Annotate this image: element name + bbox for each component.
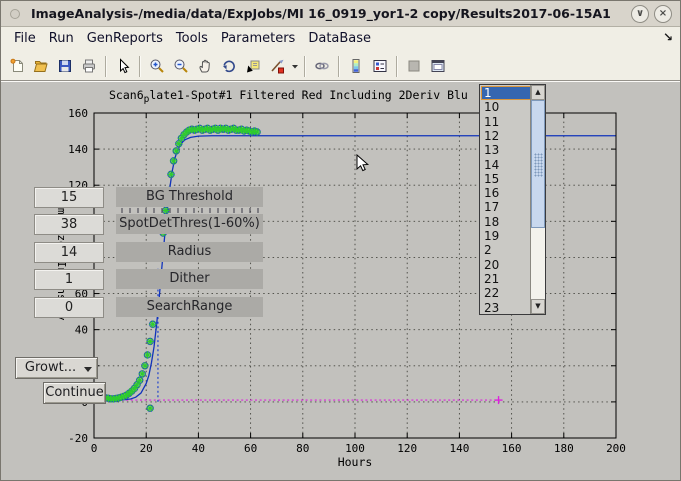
titlebar: ImageAnalysis-/media/data/ExpJobs/MI 16_… (1, 1, 680, 27)
svg-text:80: 80 (296, 442, 309, 455)
growth-menu-button[interactable]: Growt... (15, 357, 98, 379)
rotate-3d-icon[interactable] (217, 53, 241, 79)
figure-canvas: 020406080100120140160180200-200204060801… (1, 81, 681, 481)
zoom-in-icon[interactable] (145, 53, 169, 79)
close-window-button[interactable]: × (654, 5, 672, 23)
toolbar-separator (304, 56, 306, 77)
dropdown-item-18[interactable]: 18 (481, 215, 533, 229)
dropdown-item-10[interactable]: 10 (481, 100, 533, 114)
dropdown-item-16[interactable]: 16 (481, 186, 533, 200)
svg-text:0: 0 (91, 442, 98, 455)
dropdown-item-12[interactable]: 12 (481, 129, 533, 143)
data-cursor-icon[interactable] (241, 53, 265, 79)
zoom-out-icon[interactable] (169, 53, 193, 79)
menu-item-tools[interactable]: Tools (176, 31, 208, 46)
svg-text:120: 120 (397, 442, 417, 455)
edit-plot-icon[interactable] (111, 53, 135, 79)
dropdown-item-13[interactable]: 13 (481, 143, 533, 157)
dropdown-item-21[interactable]: 21 (481, 272, 533, 286)
growth-menu-label: Growt... (25, 360, 76, 375)
new-figure-icon[interactable] (5, 53, 29, 79)
spot-det-thres-label: SpotDetThres(1-60%) (116, 214, 263, 234)
spot-number-dropdown-list: 110111213141516171819220212223 ▲ ▼ (479, 84, 546, 315)
save-figure-icon[interactable] (53, 53, 77, 79)
search-range-label: SearchRange (116, 297, 263, 317)
svg-text:180: 180 (554, 442, 574, 455)
legend-icon[interactable] (368, 53, 392, 79)
scroll-down-icon[interactable]: ▼ (531, 299, 545, 314)
radius-label: Radius (116, 242, 263, 262)
dropdown-item-19[interactable]: 19 (481, 229, 533, 243)
occluded-text-fragment (121, 208, 259, 213)
brush-dropdown-icon[interactable] (289, 53, 300, 79)
svg-text:100: 100 (345, 442, 365, 455)
toolbar-separator (396, 56, 398, 77)
continue-button[interactable]: Continue (43, 382, 106, 404)
link-plot-icon[interactable] (310, 53, 334, 79)
dropdown-item-23[interactable]: 23 (481, 301, 533, 315)
dropdown-item-14[interactable]: 14 (481, 158, 533, 172)
dropdown-item-22[interactable]: 22 (481, 286, 533, 300)
svg-text:20: 20 (140, 442, 153, 455)
bg-threshold-label: BG Threshold (116, 187, 263, 207)
shade-window-button[interactable]: ∨ (631, 5, 649, 23)
toolbar-separator (105, 56, 107, 77)
dither-label: Dither (116, 269, 263, 289)
menu-item-database[interactable]: DataBase (308, 31, 371, 46)
menu-item-genreports[interactable]: GenReports (87, 31, 163, 46)
dropdown-item-1[interactable]: 1 (481, 86, 533, 100)
menu-overflow-icon[interactable]: ↘ (663, 30, 673, 44)
toolbar-separator (338, 56, 340, 77)
dither-input[interactable] (34, 269, 104, 290)
colorbar-icon[interactable] (344, 53, 368, 79)
spot-det-thres-input[interactable] (34, 214, 104, 235)
scrollbar-grip (534, 153, 543, 177)
dropdown-item-15[interactable]: 15 (481, 172, 533, 186)
svg-text:160: 160 (68, 107, 88, 120)
svg-text:Hours: Hours (338, 455, 373, 469)
brush-icon[interactable] (265, 53, 289, 79)
toolbar (1, 52, 680, 81)
dropdown-item-20[interactable]: 20 (481, 258, 533, 272)
dropdown-item-2[interactable]: 2 (481, 243, 533, 257)
open-file-icon[interactable] (29, 53, 53, 79)
dock-figure-icon[interactable] (426, 53, 450, 79)
dropdown-scrollbar[interactable]: ▲ ▼ (530, 85, 545, 314)
menu-item-file[interactable]: File (14, 31, 36, 46)
svg-text:140: 140 (449, 442, 469, 455)
pan-icon[interactable] (193, 53, 217, 79)
mouse-cursor (356, 154, 372, 174)
svg-text:200: 200 (606, 442, 626, 455)
scroll-up-icon[interactable]: ▲ (531, 85, 545, 100)
search-range-input[interactable] (34, 297, 104, 318)
svg-text:140: 140 (68, 143, 88, 156)
svg-text:40: 40 (75, 324, 88, 337)
svg-text:Scan6plate1-Spot#1 Filtered Re: Scan6plate1-Spot#1 Filtered Red Includin… (109, 88, 468, 105)
menu-item-parameters[interactable]: Parameters (221, 31, 295, 46)
svg-text:60: 60 (244, 442, 257, 455)
svg-text:-20: -20 (68, 432, 88, 445)
window-title: ImageAnalysis-/media/data/ExpJobs/MI 16_… (31, 1, 610, 26)
menu-item-run[interactable]: Run (49, 31, 74, 46)
svg-text:160: 160 (502, 442, 522, 455)
print-icon[interactable] (77, 53, 101, 79)
toolbar-separator (139, 56, 141, 77)
dropdown-item-17[interactable]: 17 (481, 200, 533, 214)
dropdown-caret-icon (84, 367, 92, 372)
hide-plot-tools-icon[interactable] (402, 53, 426, 79)
svg-text:40: 40 (192, 442, 205, 455)
radius-input[interactable] (34, 242, 104, 263)
dropdown-item-11[interactable]: 11 (481, 115, 533, 129)
window-menu-button[interactable] (10, 9, 20, 19)
bg-threshold-input[interactable] (34, 187, 104, 208)
menubar: ↘ File Run GenReports Tools Parameters DataBa… (1, 27, 680, 52)
app-window: ImageAnalysis-/media/data/ExpJobs/MI 16_… (0, 0, 681, 481)
scrollbar-thumb[interactable] (531, 100, 545, 228)
